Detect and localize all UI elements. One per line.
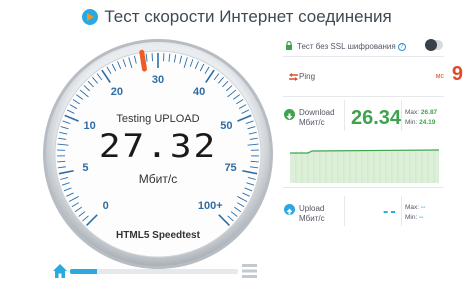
header: Тест скорости Интернет соединения xyxy=(0,0,474,34)
ping-value: 9 xyxy=(451,63,463,85)
gauge-scale-label: 40 xyxy=(192,86,206,99)
help-icon[interactable]: ? xyxy=(397,43,406,51)
upload-icon xyxy=(284,204,295,215)
bottom-bar xyxy=(52,263,257,279)
test-progress-fill xyxy=(70,269,97,274)
home-icon[interactable] xyxy=(52,263,68,279)
brand-label: HTML5 Speedtest xyxy=(116,230,200,241)
upload-min-value: -- xyxy=(419,214,424,221)
divider xyxy=(344,196,345,226)
upload-value: -- xyxy=(383,203,398,220)
ping-unit: мс xyxy=(435,73,444,80)
upload-max-value: -- xyxy=(420,204,426,211)
gauge-scale-label: 0 xyxy=(102,200,109,213)
divider xyxy=(344,100,345,131)
play-circle-icon xyxy=(82,9,99,25)
download-value: 26.34 xyxy=(351,107,402,129)
download-stats: Max: 26.87 Min: 24.19 xyxy=(405,108,437,128)
gauge-needle xyxy=(139,49,147,72)
gauge-scale-label: 100+ xyxy=(197,200,223,213)
download-unit: Мбит/с xyxy=(299,118,325,127)
speed-gauge: 0 5 10 20 30 40 50 75 100+ Testing UPLOAD 27.32 … xyxy=(42,38,274,270)
results-list-icon[interactable] xyxy=(242,264,257,278)
download-label: Download xyxy=(299,108,335,117)
ping-label: Ping xyxy=(299,72,316,81)
download-icon xyxy=(284,109,295,120)
download-speed-graph xyxy=(290,137,439,183)
download-min-label: Min: xyxy=(405,119,418,126)
ssl-label: Тест без SSL шифрования? xyxy=(297,42,406,51)
download-min-value: 24.19 xyxy=(419,119,436,126)
test-progress xyxy=(70,269,238,274)
upload-max-label: Max: xyxy=(405,204,420,211)
ssl-row: Тест без SSL шифрования? xyxy=(283,37,444,57)
divider xyxy=(401,100,402,131)
gauge-scale-label: 20 xyxy=(110,86,123,99)
speed-value: 27.32 xyxy=(98,128,218,165)
divider xyxy=(401,196,402,226)
download-max-value: 26.87 xyxy=(420,109,438,116)
test-status: Testing UPLOAD xyxy=(116,113,200,125)
upload-unit: Мбит/с xyxy=(299,214,325,223)
page-title: Тест скорости Интернет соединения xyxy=(104,7,392,26)
upload-min-label: Min: xyxy=(405,214,418,221)
download-max-label: Max: xyxy=(405,109,420,116)
gauge-scale-label: 30 xyxy=(151,74,165,86)
ssl-label-text: Тест без SSL шифрования xyxy=(297,42,396,51)
speed-unit: Мбит/с xyxy=(138,172,178,186)
ssl-toggle[interactable] xyxy=(425,39,443,51)
upload-stats: Max: -- Min: -- xyxy=(405,203,425,223)
ping-row: Ping xyxy=(283,57,444,97)
upload-label: Upload xyxy=(299,204,325,213)
ping-arrows-icon xyxy=(289,73,298,81)
lock-icon xyxy=(286,41,292,50)
